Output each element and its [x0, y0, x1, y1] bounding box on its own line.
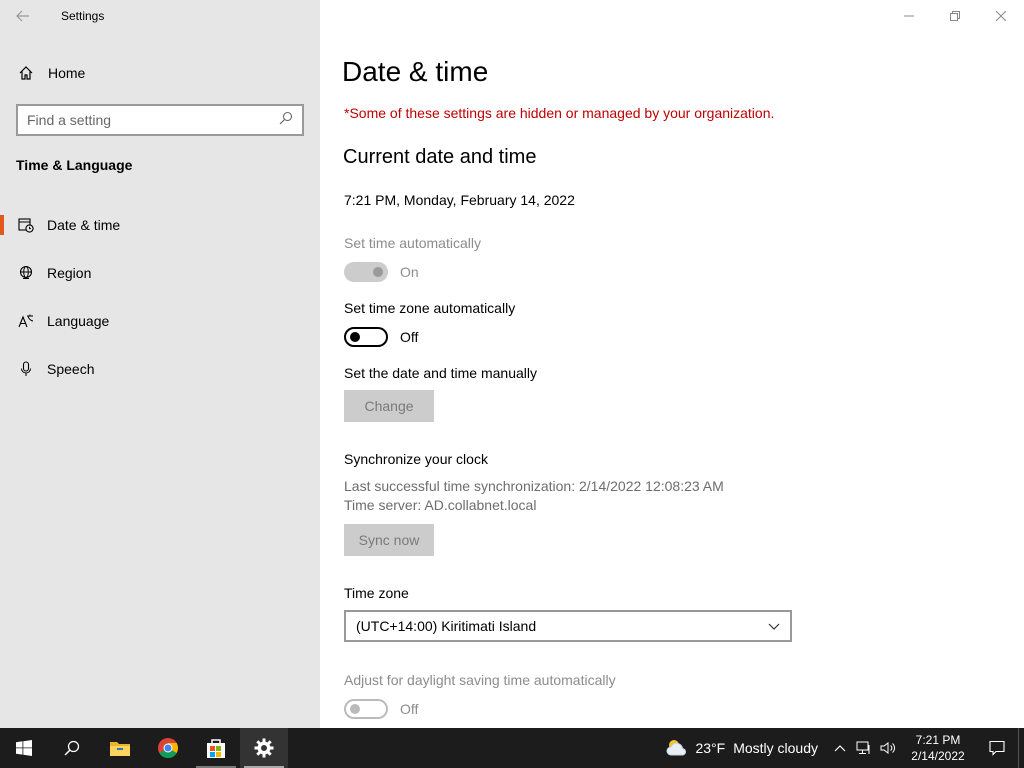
set-time-auto-state: On	[400, 264, 419, 280]
current-datetime-value: 7:21 PM, Monday, February 14, 2022	[344, 192, 575, 208]
language-icon	[17, 312, 35, 330]
search-input[interactable]	[27, 112, 279, 128]
sidebar-item-label: Language	[47, 313, 110, 329]
volume-icon[interactable]	[876, 728, 900, 768]
notifications-icon[interactable]	[976, 728, 1018, 768]
taskbar-clock[interactable]: 7:21 PM 2/14/2022	[900, 732, 976, 764]
minimize-icon[interactable]	[886, 0, 932, 32]
weather-widget[interactable]: 23°F Mostly cloudy	[665, 737, 818, 760]
titlebar: Settings	[0, 0, 320, 32]
sidebar-item-label: Speech	[47, 361, 95, 377]
cloudy-weather-icon	[665, 737, 689, 760]
time-zone-dropdown[interactable]: (UTC+14:00) Kiritimati Island	[344, 610, 792, 642]
home-label: Home	[48, 65, 86, 81]
sync-now-button[interactable]: Sync now	[344, 524, 434, 556]
file-explorer-icon[interactable]	[96, 728, 144, 768]
sync-heading: Synchronize your clock	[344, 451, 488, 467]
clock-date: 2/14/2022	[911, 749, 965, 763]
managed-warning: *Some of these settings are hidden or ma…	[344, 105, 775, 121]
chevron-up-icon[interactable]	[828, 728, 852, 768]
store-icon[interactable]	[192, 728, 240, 768]
last-sync-text: Last successful time synchronization: 2/…	[344, 478, 724, 494]
clock-time: 7:21 PM	[915, 733, 961, 747]
time-zone-label: Time zone	[344, 585, 409, 601]
change-button[interactable]: Change	[344, 390, 434, 422]
search-icon[interactable]	[279, 111, 293, 130]
globe-icon	[17, 264, 35, 282]
home-nav-item[interactable]: Home	[0, 56, 320, 90]
home-icon	[17, 64, 35, 82]
sidebar-item-date-time[interactable]: Date & time	[0, 205, 320, 245]
taskbar: 23°F Mostly cloudy 7:21 PM 2/14/2022	[0, 728, 1024, 768]
search-icon[interactable]	[48, 728, 96, 768]
app-title: Settings	[61, 9, 105, 23]
sidebar-item-speech[interactable]: Speech	[0, 349, 320, 389]
set-time-auto-toggle[interactable]	[344, 262, 388, 282]
chevron-down-icon	[768, 618, 780, 634]
current-date-time-heading: Current date and time	[343, 146, 537, 168]
set-time-auto-label: Set time automatically	[344, 235, 481, 251]
time-server-text: Time server: AD.collabnet.local	[344, 497, 537, 513]
daylight-label: Adjust for daylight saving time automati…	[344, 672, 616, 688]
set-timezone-auto-label: Set time zone automatically	[344, 300, 516, 316]
sidebar-item-label: Region	[47, 265, 92, 281]
weather-temp: 23°F	[695, 740, 726, 756]
set-timezone-auto-state: Off	[400, 329, 419, 345]
settings-gear-icon[interactable]	[240, 728, 288, 768]
close-icon[interactable]	[978, 0, 1024, 32]
settings-sidebar: Settings Home Time & Language Date & tim…	[0, 0, 320, 728]
date-time-icon	[17, 216, 35, 234]
chrome-icon[interactable]	[144, 728, 192, 768]
page-title: Date & time	[342, 56, 489, 87]
restore-icon[interactable]	[932, 0, 978, 32]
windows-start-icon[interactable]	[0, 728, 48, 768]
set-timezone-auto-toggle[interactable]	[344, 327, 388, 347]
daylight-toggle[interactable]	[344, 699, 388, 719]
weather-desc: Mostly cloudy	[733, 740, 818, 756]
main-content: Date & time *Some of these settings are …	[320, 0, 1024, 728]
search-box[interactable]	[16, 104, 304, 136]
set-time-auto-row: On	[344, 262, 419, 282]
daylight-state: Off	[400, 701, 419, 717]
set-timezone-auto-row: Off	[344, 327, 418, 347]
system-tray: 23°F Mostly cloudy 7:21 PM 2/14/2022	[665, 728, 1024, 768]
section-title: Time & Language	[16, 157, 133, 173]
sidebar-item-region[interactable]: Region	[0, 253, 320, 293]
window-controls	[886, 0, 1024, 32]
sidebar-item-language[interactable]: Language	[0, 301, 320, 341]
network-icon[interactable]	[852, 728, 876, 768]
show-desktop-button[interactable]	[1018, 728, 1024, 768]
time-zone-value: (UTC+14:00) Kiritimati Island	[356, 618, 537, 634]
microphone-icon	[17, 360, 35, 378]
manual-datetime-label: Set the date and time manually	[344, 365, 538, 381]
back-arrow-icon[interactable]	[0, 0, 46, 32]
sidebar-item-label: Date & time	[47, 217, 121, 233]
daylight-row: Off	[344, 699, 418, 719]
